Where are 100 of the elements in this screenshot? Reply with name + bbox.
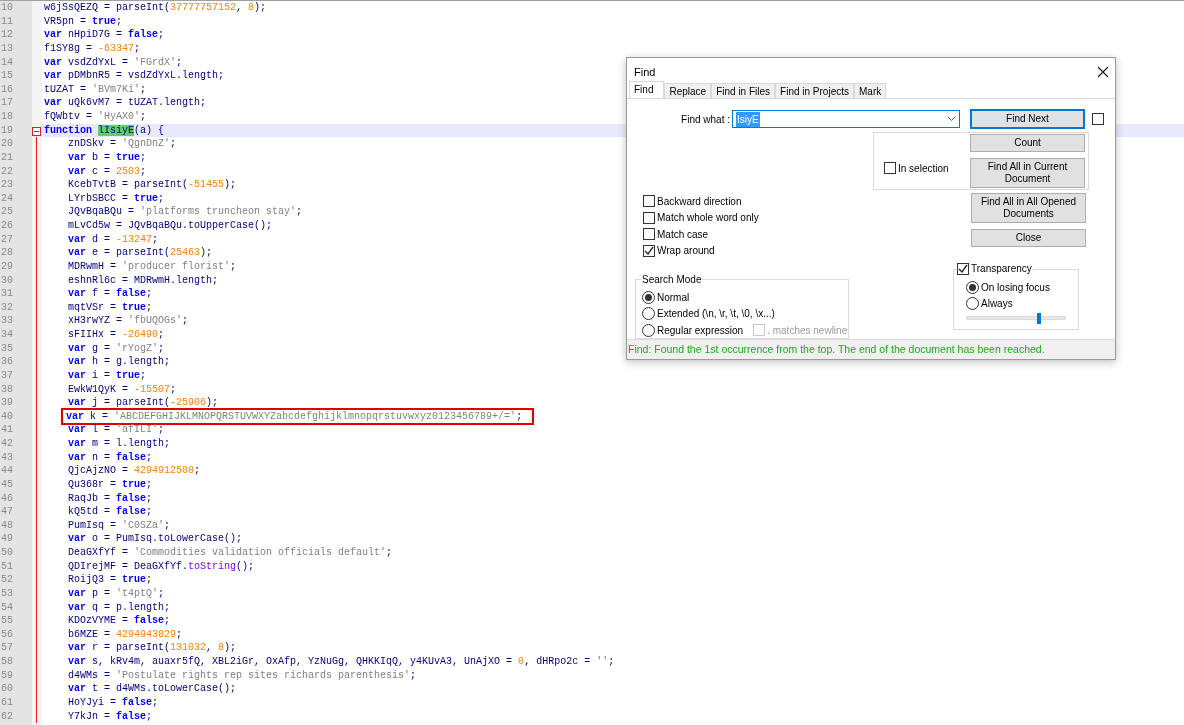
field-label: Find what : [680,112,731,127]
option-label: Always [981,297,1013,312]
line-number: 48 [0,518,14,533]
line-number: 23 [0,178,14,192]
line-number: 43 [0,450,14,465]
code-line: var l = 'afILI'; [68,424,165,436]
code-line: var f = false; [68,288,153,300]
slider-thumb[interactable] [1036,313,1041,324]
code-line: PumIsq = 'C0SZa'; [68,519,171,531]
option-label: Wrap around [657,244,715,259]
radio-button[interactable] [642,323,655,337]
option-label: Match whole word only [657,211,759,226]
line-number: 35 [0,341,14,356]
line-number: 54 [0,600,14,615]
line-number: 58 [0,655,14,669]
code-line: f1SY8g = -63347; [44,42,141,54]
code-line: KcebTvtB = parseInt(-51455); [68,179,237,191]
line-number: 13 [0,41,14,56]
close-icon[interactable] [1097,66,1109,78]
code-line: RoijQ3 = true; [68,574,153,586]
checkbox[interactable] [643,211,655,224]
tab[interactable]: Find in Projects [775,83,854,98]
dialog-button[interactable]: Find All in Current Document [970,158,1085,188]
dialog-button[interactable]: Count [970,134,1085,152]
code-line: var q = p.length; [68,601,171,613]
line-number: 52 [0,573,14,587]
code-line: var pDMbnR5 = vsdZdYxL.length; [44,70,225,82]
code-line: b6MZE = 4294943829; [68,628,183,640]
line-number: 42 [0,437,14,451]
code-line: MDRwmH = 'producer florist'; [68,260,237,272]
checkbox[interactable] [957,262,969,275]
line-number: 16 [0,82,14,97]
code-line: var h = g.length; [68,356,171,368]
code-line: var p = 't4ptQ'; [68,587,165,599]
radio-button[interactable] [642,290,655,304]
checkbox[interactable] [643,195,655,208]
code-line: var r = parseInt(131032, 8); [68,642,237,654]
line-number: 40 [0,409,14,424]
line-number: 34 [0,328,14,342]
tab[interactable]: Replace [664,83,712,98]
code-line: var vsdZdYxL = 'FGrdX'; [44,56,183,68]
line-number: 50 [0,546,14,560]
option-label: Regular expression [657,323,744,338]
line-number: 45 [0,477,14,492]
line-number: 33 [0,314,14,328]
line-number: 22 [0,164,14,179]
line-number: 21 [0,150,14,165]
dialog-button[interactable]: Close [971,229,1086,247]
line-number: 55 [0,614,14,628]
tab[interactable]: Mark [854,83,887,98]
code-line: znDSkv = 'QgnDnZ'; [68,138,177,150]
code-line: function lIsiyE(a) { [44,124,165,136]
option-label: Backward direction [657,194,742,209]
code-line: var i = true; [68,369,147,381]
line-number: 36 [0,355,14,369]
radio-button[interactable] [966,280,979,294]
radio-button[interactable] [966,297,979,311]
code-line: Qu368r = true; [68,478,153,490]
code-line: KDOzVYME = false; [68,615,171,627]
dialog-button[interactable]: Find All in All Opened Documents [971,193,1086,223]
line-number: 28 [0,246,14,260]
option-label: Transparency [971,262,1032,276]
window-title: Find [634,64,656,80]
tab[interactable]: Find [629,81,665,98]
line-number: 37 [0,368,14,383]
option-label: Normal [657,290,690,305]
tab[interactable]: Find in Files [711,83,776,98]
code-line: EwkW1QyK = -15507; [68,383,177,395]
dialog-button[interactable]: Find Next [970,109,1085,129]
code-line: JQvBqaBQu = 'platforms truncheon stay'; [68,206,303,218]
line-number: 15 [0,69,14,83]
checkbox[interactable] [643,228,655,241]
line-number: 38 [0,382,14,397]
line-number: 59 [0,668,14,683]
line-number: 19 [0,123,14,138]
code-line: w6jSsQEZQ = parseInt(37777757152, 8); [44,2,267,13]
radio-button[interactable] [642,307,655,321]
line-number: 24 [0,191,14,206]
line-number: 18 [0,110,14,124]
line-number: 25 [0,205,14,219]
line-number: 46 [0,491,14,506]
line-number: 31 [0,287,14,301]
code-line: HoYJyi = false; [68,696,159,708]
checkbox[interactable] [643,244,655,257]
line-number: 17 [0,96,14,110]
code-line: var m = l.length; [68,438,171,449]
code-line: Y7kJn = false; [68,710,153,722]
line-number: 57 [0,641,14,655]
code-line: VR5pn = true; [44,15,123,27]
code-line: var c = 2503; [68,165,147,177]
code-line: var j = parseInt(-25906); [68,397,219,409]
line-number: 32 [0,300,14,315]
fold-toggle-icon[interactable] [32,126,41,136]
status-text: Find: Found the 1st occurrence from the top. The end of the document has been reached. [628,343,1045,355]
line-number: 10 [0,1,14,15]
option-label: In selection [898,161,949,176]
checkbox[interactable] [1092,113,1104,125]
line-number: 53 [0,586,14,601]
checkbox[interactable] [884,162,896,174]
code-line: var nHpiD7G = false; [44,29,165,41]
